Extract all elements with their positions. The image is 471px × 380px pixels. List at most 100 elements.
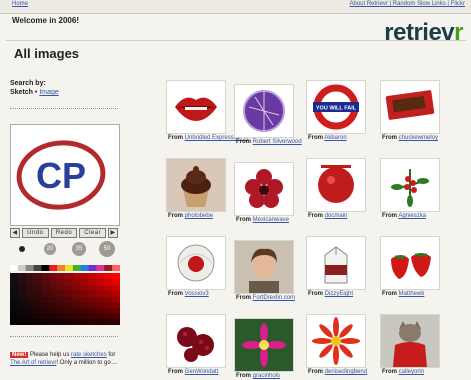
- palette-shade[interactable]: [41, 278, 50, 285]
- palette-shade[interactable]: [112, 307, 120, 314]
- palette-shade[interactable]: [57, 273, 66, 280]
- result-thumbnail[interactable]: [234, 240, 294, 294]
- author-link[interactable]: docmain: [325, 213, 348, 219]
- palette-shade[interactable]: [57, 307, 66, 314]
- palette-shade[interactable]: [41, 284, 50, 291]
- palette-shade[interactable]: [104, 278, 113, 285]
- palette-shade[interactable]: [41, 290, 50, 297]
- result-thumbnail[interactable]: [234, 162, 294, 216]
- author-link[interactable]: chuckewmeloy: [399, 135, 438, 141]
- palette-shade[interactable]: [57, 290, 66, 297]
- palette-swatch[interactable]: [112, 265, 120, 271]
- palette-shade[interactable]: [17, 278, 27, 285]
- palette-shade[interactable]: [104, 290, 113, 297]
- next-arrow-icon[interactable]: ▶: [108, 228, 119, 238]
- palette-shade[interactable]: [10, 273, 19, 280]
- palette-shade[interactable]: [104, 301, 113, 308]
- palette-shade[interactable]: [17, 301, 27, 308]
- palette-shade[interactable]: [96, 301, 105, 308]
- result-thumbnail[interactable]: [306, 236, 366, 290]
- palette-shade[interactable]: [88, 301, 97, 308]
- palette-shade[interactable]: [72, 296, 82, 303]
- palette-shade[interactable]: [49, 273, 58, 280]
- palette-shade[interactable]: [65, 273, 74, 280]
- author-link[interactable]: photobebe: [185, 213, 213, 219]
- palette-shade[interactable]: [88, 313, 97, 320]
- palette-shade[interactable]: [33, 313, 42, 320]
- palette-shade[interactable]: [65, 301, 74, 308]
- palette-shade[interactable]: [96, 284, 105, 291]
- palette-shade[interactable]: [65, 296, 74, 303]
- palette-shade[interactable]: [104, 307, 113, 314]
- palette-shade[interactable]: [10, 290, 19, 297]
- result-thumbnail[interactable]: [306, 314, 366, 368]
- palette-shade[interactable]: [17, 290, 27, 297]
- result-thumbnail[interactable]: [380, 158, 440, 212]
- palette-shade[interactable]: [41, 319, 50, 325]
- art-of-retrievr-link[interactable]: The Art of retrievr: [10, 360, 56, 366]
- palette-swatch[interactable]: [10, 265, 19, 271]
- palette-shade[interactable]: [10, 319, 19, 325]
- palette-shade[interactable]: [65, 284, 74, 291]
- palette-shade[interactable]: [10, 307, 19, 314]
- palette-shade[interactable]: [17, 273, 27, 280]
- palette-shade[interactable]: [49, 296, 58, 303]
- palette-shade[interactable]: [25, 273, 34, 280]
- palette-shade[interactable]: [88, 278, 97, 285]
- palette-shade[interactable]: [49, 313, 58, 320]
- palette-shade[interactable]: [10, 278, 19, 285]
- palette-shade[interactable]: [25, 307, 34, 314]
- palette-shade[interactable]: [57, 296, 66, 303]
- palette-shade[interactable]: [88, 319, 97, 325]
- palette-shade[interactable]: [25, 290, 34, 297]
- result-thumbnail[interactable]: [166, 314, 226, 368]
- palette-shade[interactable]: [72, 278, 82, 285]
- palette-shade[interactable]: [17, 307, 27, 314]
- palette-shade[interactable]: [80, 301, 89, 308]
- palette-shade[interactable]: [17, 284, 27, 291]
- result-thumbnail[interactable]: [380, 80, 440, 134]
- palette-shade[interactable]: [72, 307, 82, 314]
- palette-shade[interactable]: [112, 290, 120, 297]
- palette-shade[interactable]: [57, 319, 66, 325]
- palette-swatch[interactable]: [72, 265, 82, 271]
- author-link[interactable]: DizzyEight: [325, 291, 353, 297]
- result-thumbnail[interactable]: [166, 80, 226, 134]
- palette-shade[interactable]: [25, 296, 34, 303]
- palette-shade[interactable]: [25, 284, 34, 291]
- palette-shade[interactable]: [112, 284, 120, 291]
- palette-shade[interactable]: [17, 319, 27, 325]
- palette-shade[interactable]: [72, 284, 82, 291]
- palette-swatch[interactable]: [88, 265, 97, 271]
- palette-swatch[interactable]: [41, 265, 50, 271]
- palette-swatch[interactable]: [33, 265, 42, 271]
- palette-shade[interactable]: [96, 313, 105, 320]
- palette-swatch[interactable]: [96, 265, 105, 271]
- palette-shade[interactable]: [65, 290, 74, 297]
- palette-shade[interactable]: [57, 313, 66, 320]
- palette-shade[interactable]: [49, 278, 58, 285]
- author-link[interactable]: Mexicanwave: [253, 217, 289, 223]
- palette-shade[interactable]: [80, 284, 89, 291]
- palette-shade[interactable]: [17, 313, 27, 320]
- palette-shade[interactable]: [49, 290, 58, 297]
- author-link[interactable]: Agnieszka: [398, 213, 426, 219]
- result-thumbnail[interactable]: [166, 236, 226, 290]
- palette-shade[interactable]: [10, 301, 19, 308]
- palette-shade[interactable]: [80, 319, 89, 325]
- palette-shade[interactable]: [104, 319, 113, 325]
- palette-shade[interactable]: [112, 313, 120, 320]
- palette-shade[interactable]: [112, 296, 120, 303]
- color-palette[interactable]: [10, 265, 120, 325]
- palette-shade[interactable]: [72, 301, 82, 308]
- palette-shade[interactable]: [80, 278, 89, 285]
- palette-shade[interactable]: [10, 284, 19, 291]
- palette-swatch[interactable]: [25, 265, 34, 271]
- palette-shade[interactable]: [72, 313, 82, 320]
- palette-shade[interactable]: [41, 273, 50, 280]
- author-link[interactable]: denisedingbend: [325, 369, 367, 375]
- palette-shade[interactable]: [96, 296, 105, 303]
- palette-shade[interactable]: [80, 290, 89, 297]
- palette-shade[interactable]: [57, 278, 66, 285]
- author-link[interactable]: GenWondatt: [185, 369, 219, 375]
